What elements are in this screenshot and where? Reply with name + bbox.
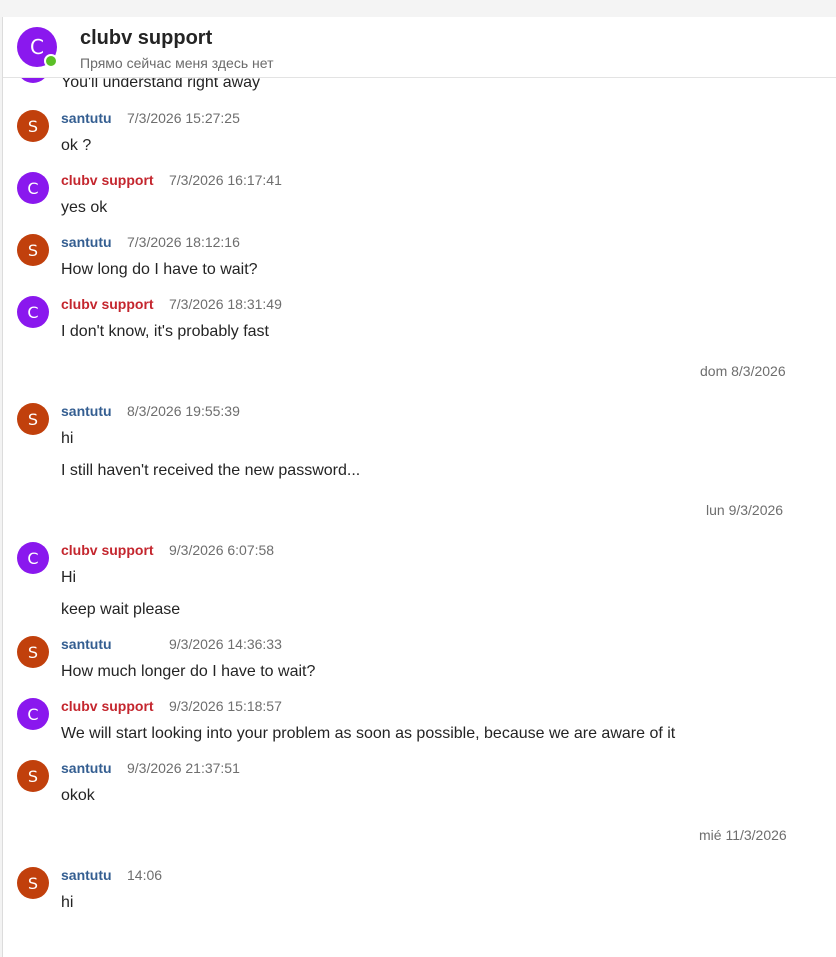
message-text: yes ok <box>61 199 108 216</box>
author-name[interactable]: santutu <box>61 403 112 419</box>
user-avatar[interactable]: S <box>17 110 49 142</box>
user-avatar[interactable]: S <box>17 867 49 899</box>
message-timestamp: 14:06 <box>127 867 163 883</box>
user-avatar[interactable]: S <box>17 403 49 435</box>
message-text: I don't know, it's probably fast <box>61 323 269 340</box>
date-divider: lun 9/3/2026 <box>706 502 784 518</box>
message-timestamp: 9/3/2026 14:36:33 <box>169 636 282 652</box>
message-text: keep wait please <box>61 601 181 618</box>
message-text: We will start looking into your problem … <box>61 725 676 742</box>
author-name[interactable]: santutu <box>61 760 112 776</box>
user-avatar[interactable]: C <box>17 172 49 204</box>
message-timestamp: 7/3/2026 18:31:49 <box>169 296 282 312</box>
message-timestamp: 7/3/2026 18:12:16 <box>127 234 240 250</box>
message-text: How much longer do I have to wait? <box>61 663 316 680</box>
message-text: hi <box>61 894 74 911</box>
date-divider: mié 11/3/2026 <box>699 827 787 843</box>
contact-status: Прямо сейчас меня здесь нет <box>80 55 274 71</box>
message-timestamp: 8/3/2026 19:55:39 <box>127 403 240 419</box>
message-timestamp: 7/3/2026 15:27:25 <box>127 110 240 126</box>
message-timestamp: 9/3/2026 6:07:58 <box>169 542 275 558</box>
message-timestamp: 7/3/2026 16:17:41 <box>169 172 282 188</box>
message-text: hi <box>61 430 74 447</box>
message-timestamp: 9/3/2026 21:37:51 <box>127 760 240 776</box>
date-divider: dom 8/3/2026 <box>700 363 786 379</box>
author-name[interactable]: santutu <box>61 636 112 652</box>
author-name[interactable]: santutu <box>61 110 112 126</box>
chat-header: C clubv support Прямо сейчас меня здесь … <box>3 17 836 78</box>
user-avatar[interactable]: C <box>17 296 49 328</box>
message-timestamp: 9/3/2026 15:18:57 <box>169 698 282 714</box>
message-text: I still haven't received the new passwor… <box>61 462 361 479</box>
author-name[interactable]: santutu <box>61 867 112 883</box>
author-name[interactable]: clubv support <box>61 698 154 714</box>
user-avatar[interactable]: S <box>17 636 49 668</box>
author-name[interactable]: clubv support <box>61 296 154 312</box>
user-avatar[interactable]: S <box>17 760 49 792</box>
user-avatar[interactable]: C <box>17 542 49 574</box>
window-top-strip <box>0 0 836 17</box>
message-text: okok <box>61 787 95 804</box>
message-text: ok ? <box>61 137 92 154</box>
chat-window: C clubv support Прямо сейчас меня здесь … <box>2 17 836 957</box>
user-avatar[interactable]: C <box>17 698 49 730</box>
author-name[interactable]: clubv support <box>61 172 154 188</box>
contact-name[interactable]: clubv support <box>80 27 212 50</box>
author-name[interactable]: santutu <box>61 234 112 250</box>
author-name[interactable]: clubv support <box>61 542 154 558</box>
message-text: How long do I have to wait? <box>61 261 258 278</box>
presence-indicator <box>44 54 58 68</box>
message-text: Hi <box>61 569 77 586</box>
user-avatar[interactable]: S <box>17 234 49 266</box>
